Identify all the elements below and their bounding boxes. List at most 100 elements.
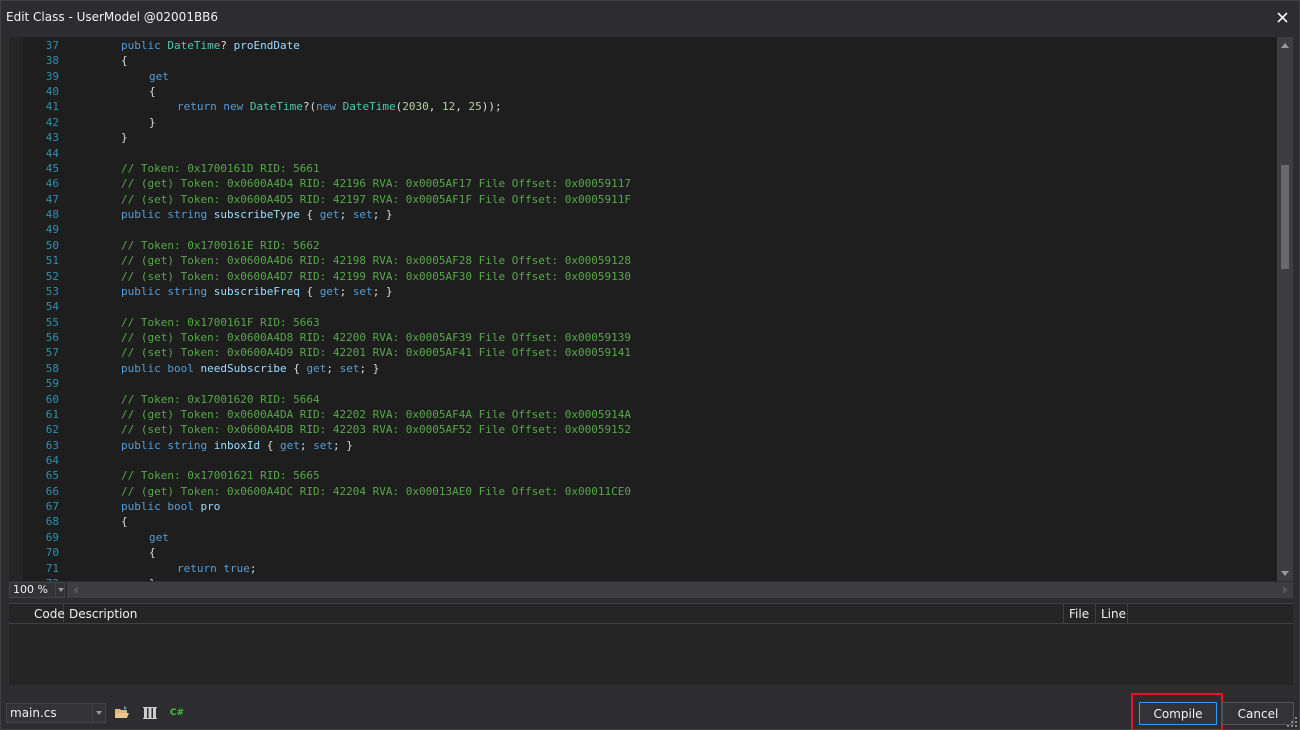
- code-text-area[interactable]: public DateTime? proEndDate{get{return n…: [69, 37, 1277, 581]
- chevron-up-icon: [1281, 42, 1289, 48]
- code-line: // Token: 0x17001620 RID: 5664: [121, 392, 320, 407]
- vertical-scroll-thumb[interactable]: [1281, 165, 1289, 269]
- code-token: // (set) Token: 0x0600A4D5 RID: 42197 RV…: [121, 192, 631, 206]
- code-token: DateTime: [249, 100, 303, 114]
- code-token: {: [149, 85, 156, 99]
- csharp-language-button[interactable]: C#: [168, 704, 186, 722]
- code-token: // Token: 0x17001620 RID: 5664: [121, 392, 320, 406]
- code-token: set: [352, 208, 373, 222]
- code-token: ; }: [372, 284, 393, 298]
- error-list-panel: Code Description File Line: [9, 603, 1293, 685]
- line-number: 57: [45, 346, 59, 360]
- chevron-right-icon: [1282, 586, 1288, 594]
- code-token: pro: [200, 500, 221, 514]
- code-editor[interactable]: 37 38 39 40 41 42 43 44 45 46 47 48 49 50 51 52 53 54 55 56…: [9, 37, 1293, 581]
- line-number: 60: [45, 392, 59, 406]
- line-number: 46: [45, 177, 59, 191]
- dialog-footer: main.cs C# Compile Cancel: [1, 691, 1299, 730]
- code-line: // (get) Token: 0x0600A4D6 RID: 42198 RV…: [121, 253, 631, 268]
- file-select-dropdown[interactable]: [92, 704, 105, 722]
- line-number: 65: [45, 469, 59, 483]
- code-token: ;: [299, 438, 314, 452]
- chevron-left-icon: [72, 586, 78, 594]
- code-token: return true: [177, 561, 250, 575]
- code-token: public bool: [121, 500, 201, 514]
- code-token: // (get) Token: 0x0600A4D4 RID: 42196 RV…: [121, 177, 631, 191]
- editor-margin: [9, 37, 23, 581]
- column-header-file[interactable]: File: [1064, 604, 1096, 624]
- code-token: ;: [249, 561, 257, 575]
- horizontal-scrollbar[interactable]: [67, 582, 1293, 598]
- resize-grip-icon[interactable]: [1287, 717, 1297, 727]
- code-line: // (set) Token: 0x0600A4D7 RID: 42199 RV…: [121, 269, 631, 284]
- code-token: // (get) Token: 0x0600A4DC RID: 42204 RV…: [121, 484, 631, 498]
- code-line: // (set) Token: 0x0600A4DB RID: 42203 RV…: [121, 422, 631, 437]
- line-number: 50: [45, 238, 59, 252]
- column-header-code[interactable]: Code: [29, 604, 65, 624]
- code-line: public bool pro: [121, 499, 220, 514]
- line-number: 51: [45, 254, 59, 268]
- scroll-right-arrow[interactable]: [1277, 582, 1293, 598]
- line-number: 39: [45, 69, 59, 83]
- code-token: needSubscribe: [200, 361, 287, 375]
- line-number: 55: [45, 315, 59, 329]
- scroll-left-arrow[interactable]: [67, 582, 83, 598]
- code-line: public string subscribeType { get; set; …: [121, 207, 393, 222]
- zoom-level-value: 100 %: [13, 583, 48, 596]
- code-line: return new DateTime?(new DateTime(2030, …: [177, 99, 502, 114]
- code-token: DateTime: [342, 100, 396, 114]
- line-number: 53: [45, 284, 59, 298]
- line-number: 69: [45, 530, 59, 544]
- cancel-button[interactable]: Cancel: [1222, 702, 1294, 725]
- zoom-dropdown-button[interactable]: [55, 583, 65, 597]
- vertical-scrollbar[interactable]: [1277, 37, 1293, 581]
- compile-button[interactable]: Compile: [1139, 702, 1217, 725]
- line-number: 45: [45, 161, 59, 175]
- code-line: get: [149, 69, 169, 84]
- scroll-up-arrow[interactable]: [1277, 37, 1293, 53]
- code-token: // (get) Token: 0x0600A4DA RID: 42202 RV…: [121, 407, 631, 421]
- code-token: }: [149, 115, 156, 129]
- column-header-description[interactable]: Description: [64, 604, 1064, 624]
- code-token: return new: [177, 100, 250, 114]
- code-token: ,: [455, 100, 469, 114]
- code-line: public bool needSubscribe { get; set; }: [121, 361, 379, 376]
- column-header-line[interactable]: Line: [1096, 604, 1128, 624]
- code-token: ; }: [359, 361, 380, 375]
- code-token: 2030: [402, 100, 429, 114]
- file-select[interactable]: main.cs: [6, 703, 106, 723]
- open-file-button[interactable]: [113, 704, 131, 722]
- chevron-down-icon: [96, 711, 102, 715]
- line-number: 52: [45, 269, 59, 283]
- code-token: // Token: 0x17001621 RID: 5665: [121, 469, 320, 483]
- code-line: public string subscribeFreq { get; set; …: [121, 284, 393, 299]
- scroll-down-arrow[interactable]: [1277, 565, 1293, 581]
- code-line: }: [149, 115, 156, 130]
- code-line: // (set) Token: 0x0600A4D5 RID: 42197 RV…: [121, 192, 631, 207]
- code-token: public: [121, 39, 168, 52]
- code-line: // Token: 0x1700161D RID: 5661: [121, 161, 320, 176]
- line-number: 41: [45, 100, 59, 114]
- code-token: ;: [326, 361, 340, 375]
- code-line: // (get) Token: 0x0600A4D8 RID: 42200 RV…: [121, 330, 631, 345]
- zoom-level-combo[interactable]: 100 %: [9, 582, 65, 598]
- references-button[interactable]: [141, 704, 159, 722]
- line-number: 66: [45, 484, 59, 498]
- close-button[interactable]: [1271, 6, 1293, 28]
- line-number: 64: [45, 453, 59, 467]
- line-number: 56: [45, 331, 59, 345]
- code-token: subscribeType: [213, 208, 300, 222]
- code-token: // (set) Token: 0x0600A4D9 RID: 42201 RV…: [121, 346, 631, 360]
- line-number: 54: [45, 300, 59, 314]
- line-number: 44: [45, 146, 59, 160]
- line-number: 42: [45, 115, 59, 129]
- line-number: 38: [45, 54, 59, 68]
- line-number: 37: [45, 39, 59, 52]
- code-line: // Token: 0x1700161F RID: 5663: [121, 315, 320, 330]
- code-token: DateTime: [167, 39, 221, 52]
- code-token: set: [313, 438, 333, 452]
- code-token: {: [299, 208, 320, 222]
- code-token: // (get) Token: 0x0600A4D8 RID: 42200 RV…: [121, 331, 631, 345]
- code-token: get: [149, 69, 169, 83]
- code-token: ?(: [302, 100, 317, 114]
